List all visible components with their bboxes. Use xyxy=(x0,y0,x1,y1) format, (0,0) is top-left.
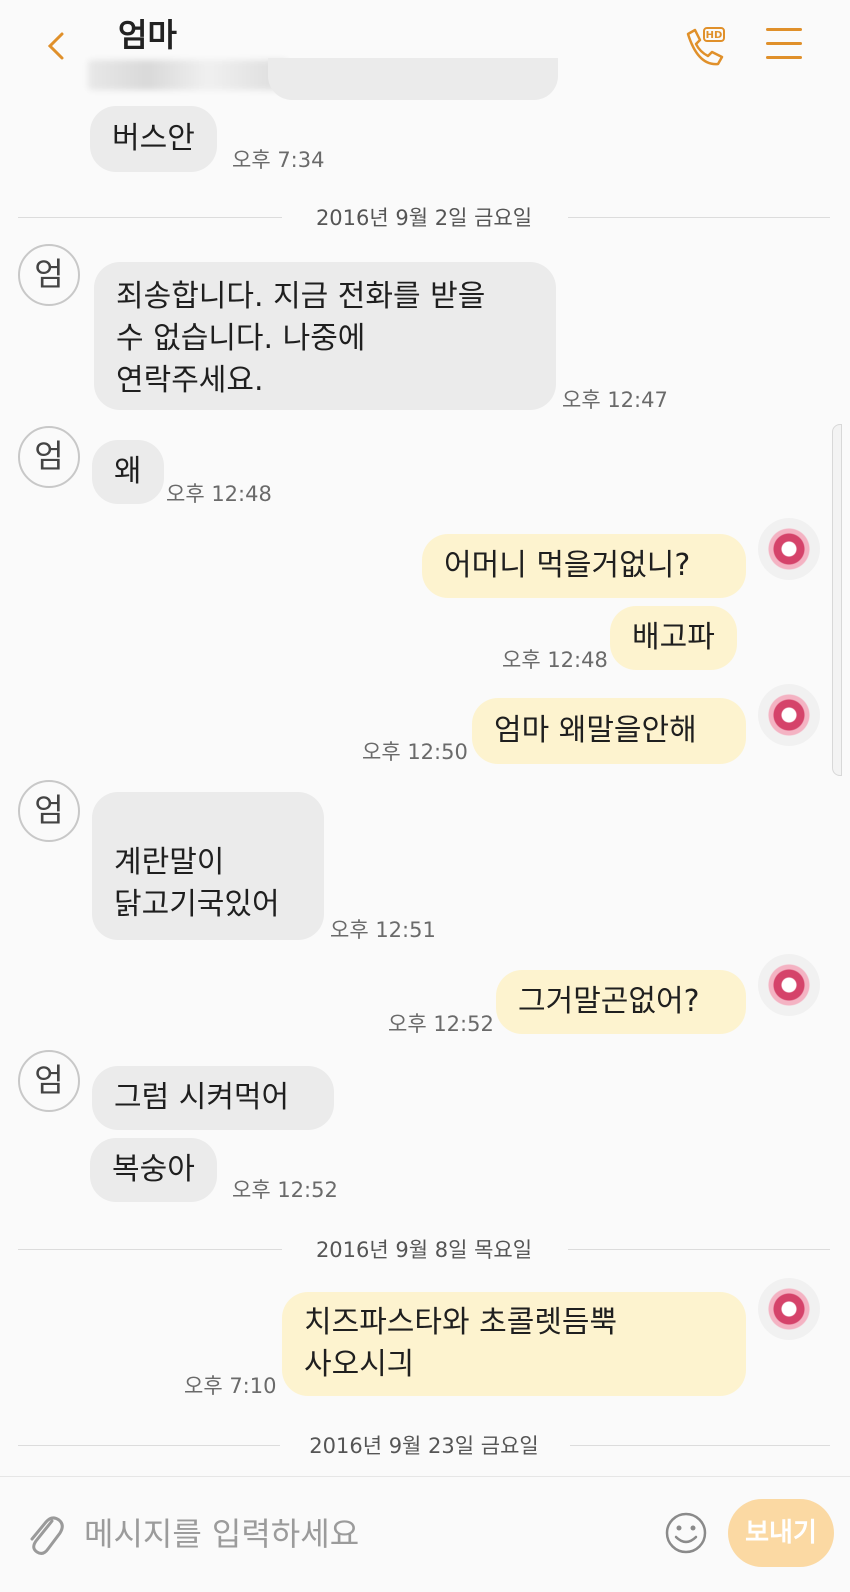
donut-avatar-icon[interactable] xyxy=(758,1278,820,1340)
incoming-message: 왜 xyxy=(92,440,164,504)
incoming-message: 죄송합니다. 지금 전화를 받을 수 없습니다. 나중에 연락주세요. xyxy=(94,262,556,410)
date-divider: 2016년 9월 23일 금요일 xyxy=(18,1430,830,1460)
svg-text:HD: HD xyxy=(706,30,723,41)
contact-avatar[interactable]: 엄 xyxy=(18,426,80,488)
contact-avatar[interactable]: 엄 xyxy=(18,1050,80,1112)
incoming-message: 계란말이 닭고기국있어 xyxy=(92,792,324,940)
message-time: 오후 12:52 xyxy=(232,1178,338,1202)
back-button[interactable] xyxy=(42,26,72,66)
incoming-message: 버스안 xyxy=(90,106,217,172)
donut-avatar-icon[interactable] xyxy=(758,954,820,1016)
chevron-left-icon xyxy=(47,32,64,60)
send-button[interactable]: 보내기 xyxy=(728,1499,834,1567)
message-time: 오후 12:50 xyxy=(362,740,468,764)
outgoing-message: 배고파 xyxy=(610,606,737,670)
menu-button[interactable] xyxy=(766,28,802,68)
attach-button[interactable] xyxy=(22,1507,66,1559)
date-label: 2016년 9월 8일 목요일 xyxy=(315,1238,533,1262)
chat-title: 엄마 xyxy=(118,16,177,54)
contact-avatar[interactable]: 엄 xyxy=(18,780,80,842)
partial-message-bubble xyxy=(268,58,558,100)
outgoing-message: 어머니 먹을거없니? xyxy=(422,534,746,598)
message-input-bar: 보내기 xyxy=(0,1476,850,1592)
hd-call-icon: HD xyxy=(686,27,725,66)
donut-avatar-icon[interactable] xyxy=(758,684,820,746)
outgoing-message: 치즈파스타와 초콜렛듬뿍 사오시긔 xyxy=(282,1292,746,1396)
message-time: 오후 12:52 xyxy=(388,1012,494,1036)
message-time: 오후 12:51 xyxy=(330,918,436,942)
message-time: 오후 12:47 xyxy=(562,388,668,412)
smiley-icon xyxy=(665,1512,707,1554)
message-time: 오후 7:10 xyxy=(184,1374,277,1398)
incoming-message: 그럼 시켜먹어 xyxy=(92,1066,334,1130)
contact-avatar[interactable]: 엄 xyxy=(18,244,80,306)
message-time: 오후 12:48 xyxy=(502,648,608,672)
message-time: 오후 7:34 xyxy=(232,148,325,172)
date-divider: 2016년 9월 8일 목요일 xyxy=(18,1234,830,1264)
chat-screen: 엄마 HD 버스안 오후 7:34 2016년 9월 2일 금요일 엄 죄송합니… xyxy=(0,0,850,1592)
outgoing-message: 그거말곤없어? xyxy=(496,970,746,1034)
message-time: 오후 12:48 xyxy=(166,482,272,506)
emoji-button[interactable] xyxy=(664,1511,708,1555)
date-label: 2016년 9월 23일 금요일 xyxy=(309,1434,539,1458)
hd-call-button[interactable]: HD xyxy=(680,24,728,72)
scroll-handle[interactable] xyxy=(832,424,842,776)
message-input[interactable] xyxy=(82,1505,646,1563)
paperclip-icon xyxy=(30,1516,64,1555)
incoming-message: 복숭아 xyxy=(90,1138,217,1202)
hamburger-menu-icon xyxy=(766,28,802,59)
blurred-phone-number xyxy=(88,60,288,90)
date-divider: 2016년 9월 2일 금요일 xyxy=(18,202,830,232)
donut-avatar-icon[interactable] xyxy=(758,518,820,580)
outgoing-message: 엄마 왜말을안해 xyxy=(472,698,746,764)
date-label: 2016년 9월 2일 금요일 xyxy=(315,206,533,230)
